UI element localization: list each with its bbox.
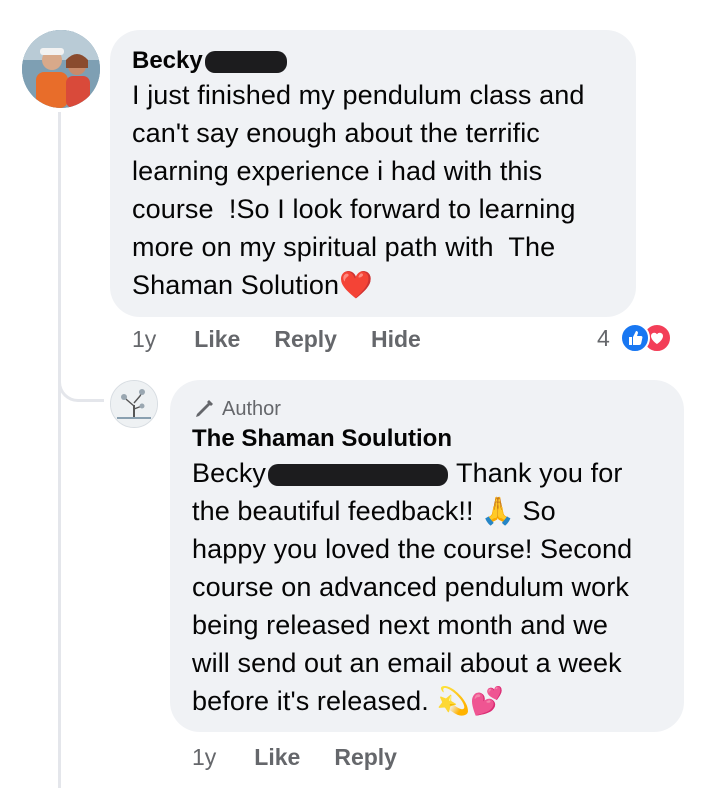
author-badge: Author bbox=[192, 396, 662, 422]
comment-line: I just finished my pendulum class and bbox=[132, 80, 585, 110]
pray-emoji: 🙏 bbox=[481, 496, 515, 526]
reply-line: course on advanced pendulum work bbox=[192, 572, 629, 602]
avatar[interactable] bbox=[22, 30, 100, 108]
comment-bubble: Becky I just finished my pendulum class … bbox=[110, 30, 636, 317]
reply-bubble: Author The Shaman Soulution Becky Thank y… bbox=[170, 380, 684, 732]
thread-connector bbox=[58, 362, 104, 402]
like-button[interactable]: Like bbox=[254, 744, 300, 771]
reply-actions: 1y Like Reply bbox=[192, 744, 431, 771]
comment-line: course !So I look forward to learning bbox=[132, 194, 576, 224]
reply-time[interactable]: 1y bbox=[192, 744, 216, 771]
author-badge-label: Author bbox=[222, 398, 281, 420]
comment-author-name[interactable]: Becky bbox=[132, 47, 203, 74]
reply-line-1: Becky Thank you for bbox=[192, 454, 662, 492]
reply-line: before it's released. bbox=[192, 686, 437, 716]
reply-button[interactable]: Reply bbox=[274, 326, 337, 353]
thread-line bbox=[58, 112, 61, 788]
hide-button[interactable]: Hide bbox=[371, 326, 421, 353]
comment-line: Shaman Solution bbox=[132, 270, 340, 300]
reply-text: Becky Thank you for the beautiful feedbac… bbox=[192, 454, 662, 720]
sparkle-hearts-emoji: 💫💕 bbox=[436, 686, 504, 716]
like-button[interactable]: Like bbox=[194, 326, 240, 353]
comment-text: I just finished my pendulum class and ca… bbox=[132, 76, 614, 304]
comment-actions: 1y Like Reply Hide bbox=[132, 326, 455, 353]
reaction-summary[interactable]: 4 bbox=[597, 323, 672, 353]
comment-line: learning experience i had with this bbox=[132, 156, 543, 186]
reaction-count: 4 bbox=[597, 324, 610, 351]
comment-line-last: Shaman Solution❤️ bbox=[132, 266, 614, 304]
reply-line: So bbox=[514, 496, 556, 526]
tree-logo-icon bbox=[111, 381, 157, 427]
comment-time[interactable]: 1y bbox=[132, 326, 156, 353]
redacted-name bbox=[268, 463, 449, 486]
comment-author[interactable]: Becky bbox=[132, 46, 287, 76]
comment-line: can't say enough about the terrific bbox=[132, 118, 540, 148]
reply-line-2: the beautiful feedback!! 🙏 So bbox=[192, 492, 662, 530]
reply-line: will send out an email about a week bbox=[192, 648, 622, 678]
author-avatar[interactable] bbox=[110, 380, 158, 428]
reply-line: happy you loved the course! Second bbox=[192, 534, 633, 564]
avatar-photo bbox=[22, 30, 100, 108]
mention-link[interactable]: Becky bbox=[192, 458, 266, 488]
pen-icon bbox=[196, 400, 213, 417]
reply-line: being released next month and we bbox=[192, 610, 608, 640]
heart-emoji: ❤️ bbox=[339, 270, 373, 300]
reply-button[interactable]: Reply bbox=[334, 744, 397, 771]
reply-author[interactable]: The Shaman Soulution bbox=[192, 424, 452, 454]
comment-line: more on my spiritual path with The bbox=[132, 232, 556, 262]
reply-line-last: before it's released. 💫💕 bbox=[192, 682, 662, 720]
reply-line: Thank you for bbox=[456, 458, 623, 488]
like-reaction-icon bbox=[619, 323, 650, 353]
redacted-name bbox=[204, 50, 287, 73]
reply-line: the beautiful feedback!! bbox=[192, 496, 482, 526]
